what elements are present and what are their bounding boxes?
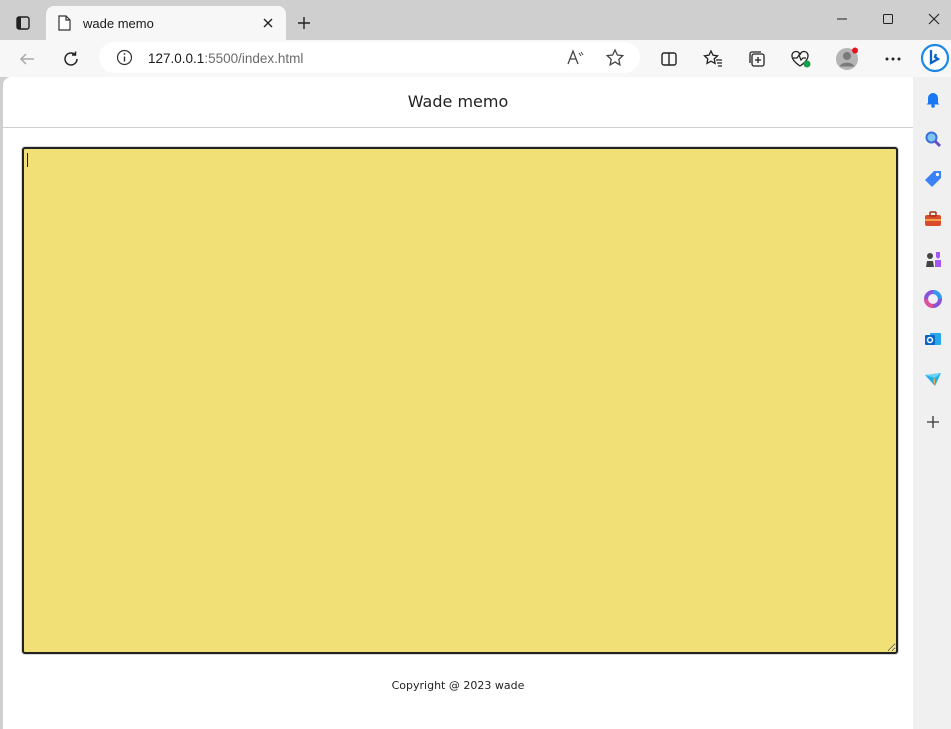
collections-icon[interactable] [744, 46, 770, 72]
new-tab-button[interactable] [292, 11, 316, 35]
text-caret [27, 153, 28, 167]
search-icon[interactable] [923, 129, 943, 149]
address-bar[interactable]: 127.0.0.1:5500/index.html [99, 42, 640, 73]
browser-tab[interactable]: wade memo [46, 6, 286, 40]
split-screen-icon[interactable] [656, 46, 682, 72]
page-viewport: Wade memo Copyright @ 2023 wade [3, 77, 913, 729]
performance-icon[interactable] [788, 46, 814, 72]
browser-toolbar: 127.0.0.1:5500/index.html [0, 40, 951, 77]
url-text: 127.0.0.1:5500/index.html [148, 51, 303, 66]
url-path: :5500/index.html [204, 51, 304, 66]
document-icon [58, 15, 71, 36]
page-title: Wade memo [407, 92, 509, 111]
minimize-button[interactable] [830, 8, 854, 30]
tab-close-icon[interactable] [258, 13, 278, 33]
maximize-button[interactable] [876, 8, 900, 30]
outlook-icon[interactable] [923, 329, 943, 349]
info-icon[interactable] [116, 49, 133, 71]
profile-icon[interactable] [834, 46, 860, 72]
tab-title: wade memo [83, 16, 154, 31]
copyright-footer: Copyright @ 2023 wade [391, 679, 525, 692]
memo-textarea[interactable] [22, 147, 898, 654]
favorites-icon[interactable] [700, 46, 726, 72]
tools-icon[interactable] [923, 209, 943, 229]
refresh-icon[interactable] [58, 46, 84, 72]
read-aloud-icon[interactable] [565, 48, 585, 73]
bell-icon[interactable] [923, 89, 943, 109]
games-icon[interactable] [923, 249, 943, 269]
close-window-button[interactable] [922, 8, 946, 30]
more-icon[interactable] [880, 46, 906, 72]
tab-actions-icon[interactable] [10, 10, 36, 36]
page-header: Wade memo [3, 77, 913, 128]
shopping-icon[interactable] [923, 169, 943, 189]
add-icon[interactable] [923, 412, 943, 432]
edge-sidebar [913, 77, 951, 729]
favorite-icon[interactable] [605, 48, 625, 73]
bing-icon[interactable] [920, 43, 950, 73]
microsoft365-icon[interactable] [923, 289, 943, 309]
url-host: 127.0.0.1 [148, 51, 205, 66]
send-icon[interactable] [923, 369, 943, 389]
back-icon[interactable] [14, 46, 40, 72]
title-bar: wade memo [0, 0, 951, 40]
